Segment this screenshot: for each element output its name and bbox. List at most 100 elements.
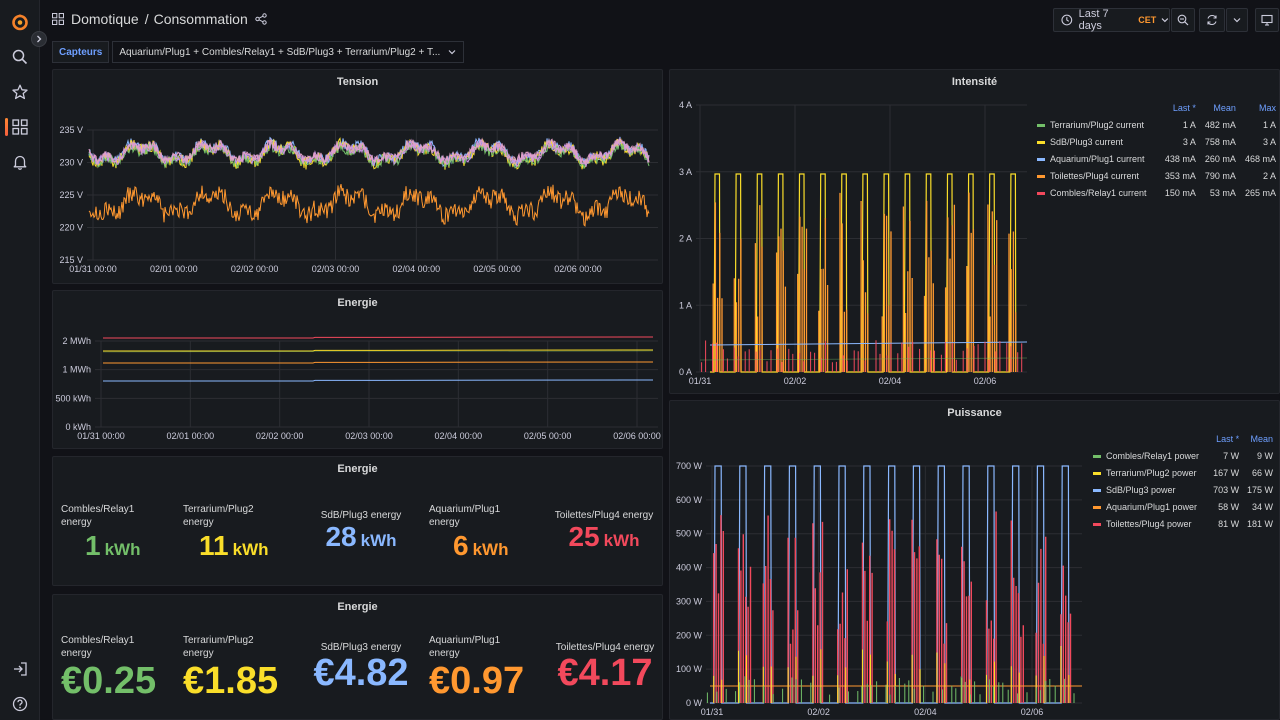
series-spikes [857, 686, 863, 703]
legend-last: 150 mA [1164, 187, 1196, 198]
stat-value: 1 kWh [85, 530, 141, 561]
legend-row[interactable]: Terrarium/Plug2 power 167 W 66 W [1090, 464, 1276, 481]
chevron-down-icon [1233, 18, 1241, 23]
legend-row[interactable]: Aquarium/Plug1 power 58 W 34 W [1090, 498, 1276, 515]
x-tick-label: 02/06 00:00 [613, 431, 661, 441]
legend-row[interactable]: Toilettes/Plug4 current 353 mA 790 mA 2 A [1034, 167, 1279, 184]
stat-combles-cost: Combles/Relay1 energy €0.25 [61, 634, 161, 703]
series-spikes [853, 350, 859, 372]
sign-in-icon[interactable] [8, 657, 32, 681]
grafana-logo-icon[interactable] [8, 10, 32, 34]
legend-name: SdB/Plug3 current [1050, 136, 1124, 147]
x-tick-label: 02/02 00:00 [256, 431, 304, 441]
refresh-button[interactable] [1199, 8, 1225, 32]
legend-name: Combles/Relay1 power [1106, 450, 1200, 461]
share-icon[interactable] [255, 13, 267, 25]
panel-title[interactable]: Energie [53, 463, 662, 475]
legend-row[interactable]: SdB/Plug3 current 3 A 758 mA 3 A [1034, 133, 1279, 150]
stat-sdb-cost: SdB/Plug3 energy €4.82 [305, 641, 417, 695]
x-tick-label: 02/06 00:00 [554, 264, 602, 274]
stat-label: Aquarium/Plug1 energy [429, 635, 501, 659]
alerting-bell-icon[interactable] [8, 150, 32, 174]
legend-mean: 175 W [1246, 484, 1273, 495]
series-spikes [831, 361, 837, 372]
tv-mode-button[interactable] [1255, 8, 1279, 32]
legend-row[interactable]: SdB/Plug3 power 703 W 175 W [1090, 481, 1276, 498]
legend-swatch [1037, 157, 1045, 161]
legend-max: 468 mA [1244, 153, 1276, 164]
legend-last: 81 W [1218, 518, 1240, 529]
breadcrumb-folder[interactable]: Domotique [71, 11, 139, 27]
tension-graph[interactable]: 235 V230 V225 V220 V215 V01/31 00:00 02/0… [53, 70, 663, 284]
x-tick-label: 02/04 00:00 [393, 264, 441, 274]
legend-row[interactable]: Combles/Relay1 power 7 W 9 W [1090, 447, 1276, 464]
y-tick-label: 500 W [676, 529, 703, 539]
legend-row[interactable]: Terrarium/Plug2 current 1 A 482 mA 1 A [1034, 116, 1279, 133]
panel-title[interactable]: Energie [53, 601, 662, 613]
series-spikes [875, 340, 881, 372]
stat-label: Aquarium/Plug1 energy [429, 504, 501, 528]
zoom-out-button[interactable] [1171, 8, 1195, 32]
x-tick-label: 02/06 [1021, 707, 1044, 717]
y-tick-label: 400 W [676, 563, 703, 573]
legend-row[interactable]: Aquarium/Plug1 current 438 mA 260 mA 468 mA [1034, 150, 1279, 167]
refresh-interval-button[interactable] [1226, 8, 1248, 32]
dashboards-icon[interactable] [8, 115, 32, 139]
series-spikes [722, 349, 728, 372]
x-tick-label: 01/31 00:00 [69, 264, 117, 274]
y-tick-label: 200 W [676, 630, 703, 640]
monitor-icon [1261, 14, 1273, 26]
legend-swatch [1037, 191, 1045, 195]
energie-graph[interactable]: 2 MWh1 MWh500 kWh0 kWh01/31 00:00 02/01 0… [53, 291, 663, 449]
stat-terrarium-kwh: Terrarium/Plug2 energy 11 kWh [183, 503, 283, 562]
y-tick-label: 220 V [59, 223, 83, 233]
series-spikes [701, 340, 707, 372]
legend-last: 58 W [1218, 501, 1240, 512]
stat-combles-kwh: Combles/Relay1 energy 1 kWh [61, 503, 161, 562]
legend-last: 1 A [1182, 119, 1196, 130]
variable-select[interactable]: Aquarium/Plug1 + Combles/Relay1 + SdB/Pl… [112, 41, 465, 63]
legend-header[interactable]: Last * [1159, 100, 1199, 116]
stat-value: 25 kWh [568, 521, 640, 552]
series-spikes [897, 342, 903, 372]
help-icon[interactable] [8, 692, 32, 716]
stat-value: 11 kWh [199, 530, 269, 561]
legend-header[interactable]: Max [1239, 100, 1279, 116]
time-range-label: Last 7 days [1078, 8, 1109, 32]
x-tick-label: 01/31 [689, 376, 712, 386]
timezone-badge: CET [1138, 15, 1157, 25]
y-tick-label: 4 A [679, 100, 692, 110]
legend-name: Terrarium/Plug2 current [1050, 119, 1145, 130]
breadcrumb-dashboard[interactable]: Consommation [154, 11, 248, 27]
legend-header[interactable]: Mean [1199, 100, 1239, 116]
x-tick-label: 02/04 [914, 707, 937, 717]
stat-value: €0.97 [429, 660, 525, 702]
legend-name: Aquarium/Plug1 current [1050, 153, 1145, 164]
series-line [88, 183, 650, 227]
legend-swatch [1093, 522, 1101, 526]
starred-icon[interactable] [8, 80, 32, 104]
clock-icon [1061, 14, 1073, 26]
stat-terrarium-cost: Terrarium/Plug2 energy €1.85 [183, 634, 283, 703]
legend-header[interactable]: Mean [1242, 431, 1276, 447]
legend-name: Combles/Relay1 current [1050, 187, 1147, 198]
legend-swatch [1093, 505, 1101, 509]
x-tick-label: 02/02 [784, 376, 807, 386]
legend-mean: 53 mA [1209, 187, 1236, 198]
legend-mean: 9 W [1256, 450, 1273, 461]
search-icon[interactable] [8, 45, 32, 69]
time-range-picker[interactable]: Last 7 days CET [1053, 8, 1170, 32]
legend-swatch [1037, 123, 1045, 127]
x-tick-label: 02/01 00:00 [167, 431, 215, 441]
legend-name: Toilettes/Plug4 power [1106, 518, 1192, 529]
y-tick-label: 2 MWh [62, 336, 91, 346]
y-tick-label: 3 A [679, 167, 692, 177]
stat-label: Terrarium/Plug2 energy [183, 635, 254, 659]
legend-row[interactable]: Combles/Relay1 current 150 mA 53 mA 265 mA [1034, 184, 1279, 201]
stat-value: €4.82 [313, 652, 409, 694]
x-tick-label: 01/31 00:00 [77, 431, 125, 441]
y-tick-label: 600 W [676, 495, 703, 505]
expand-menu-button[interactable] [31, 31, 47, 47]
legend-header[interactable]: Last * [1208, 431, 1242, 447]
legend-row[interactable]: Toilettes/Plug4 power 81 W 181 W [1090, 515, 1276, 532]
